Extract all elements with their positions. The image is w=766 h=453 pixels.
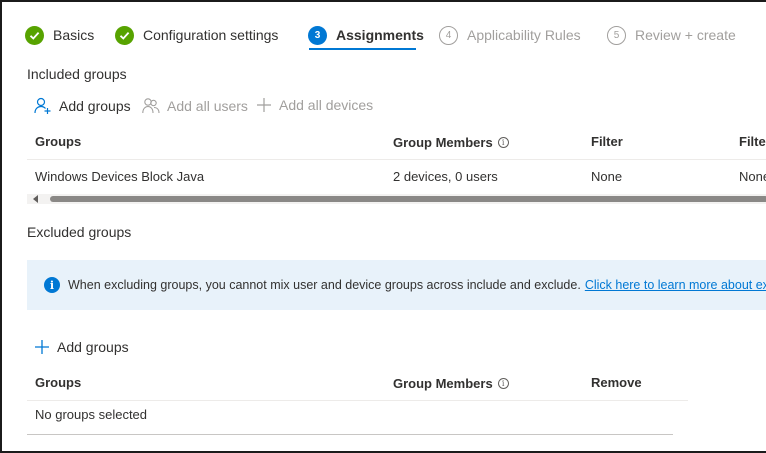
column-header-groups[interactable]: Groups (35, 134, 81, 149)
step-applicability-rules[interactable]: 4 Applicability Rules (439, 24, 581, 46)
step-assignments[interactable]: 3 Assignments (308, 24, 424, 46)
table-bottom-divider (27, 434, 673, 435)
included-groups-heading: Included groups (27, 66, 127, 82)
header-divider (27, 159, 766, 160)
filter-value: None (591, 169, 623, 184)
checkmark-icon (115, 25, 134, 45)
users-icon (142, 98, 160, 114)
learn-more-link[interactable]: Click here to learn more about excluding… (585, 278, 766, 292)
scroll-left-icon[interactable] (33, 195, 38, 203)
active-step-indicator (309, 48, 416, 50)
add-all-devices-label: Add all devices (279, 97, 374, 113)
excluded-groups-heading: Excluded groups (27, 224, 132, 240)
add-excluded-groups-button[interactable]: Add groups (34, 339, 129, 355)
add-user-icon (34, 97, 51, 114)
plus-icon (35, 340, 49, 354)
step-number-badge: 4 (439, 25, 458, 45)
column-header-filter-mode[interactable]: Filter (739, 134, 766, 149)
step-review-create[interactable]: 5 Review + create (607, 24, 736, 46)
info-icon[interactable]: i (497, 137, 509, 148)
step-label: Assignments (336, 27, 424, 43)
scrollbar-thumb[interactable] (50, 196, 766, 202)
banner-message: When excluding groups, you cannot mix us… (68, 278, 581, 292)
step-label: Review + create (635, 27, 736, 43)
filter-mode-value: None (739, 169, 766, 184)
add-all-users-label: Add all users (167, 98, 248, 114)
add-groups-label: Add groups (57, 339, 129, 355)
header-divider (27, 400, 688, 401)
step-number-badge: 3 (308, 25, 327, 45)
step-basics[interactable]: Basics (25, 24, 94, 46)
info-icon: i (44, 277, 60, 293)
column-header-group-members[interactable]: Group Members i (393, 376, 509, 391)
column-header-groups[interactable]: Groups (35, 375, 81, 390)
info-banner: i When excluding groups, you cannot mix … (27, 260, 766, 310)
empty-state-text: No groups selected (35, 407, 148, 422)
step-label: Configuration settings (143, 27, 279, 43)
add-all-users-button[interactable]: Add all users (142, 97, 248, 115)
add-groups-button[interactable]: Add groups (34, 97, 131, 115)
add-all-devices-button[interactable]: Add all devices (256, 97, 373, 113)
column-header-group-members[interactable]: Group Members i (393, 135, 509, 150)
info-icon[interactable]: i (497, 378, 509, 389)
column-header-filter[interactable]: Filter (591, 134, 623, 149)
group-name: Windows Devices Block Java (35, 169, 205, 184)
add-groups-label: Add groups (59, 98, 131, 114)
column-header-remove: Remove (591, 375, 642, 390)
step-label: Basics (53, 27, 95, 43)
assignments-page: Basics Configuration settings 3 Assignme… (0, 0, 766, 453)
group-members: 2 devices, 0 users (393, 169, 498, 184)
step-configuration-settings[interactable]: Configuration settings (115, 24, 278, 46)
plus-icon (257, 98, 271, 112)
checkmark-icon (25, 25, 44, 45)
step-label: Applicability Rules (467, 27, 581, 43)
step-number-badge: 5 (607, 25, 626, 45)
